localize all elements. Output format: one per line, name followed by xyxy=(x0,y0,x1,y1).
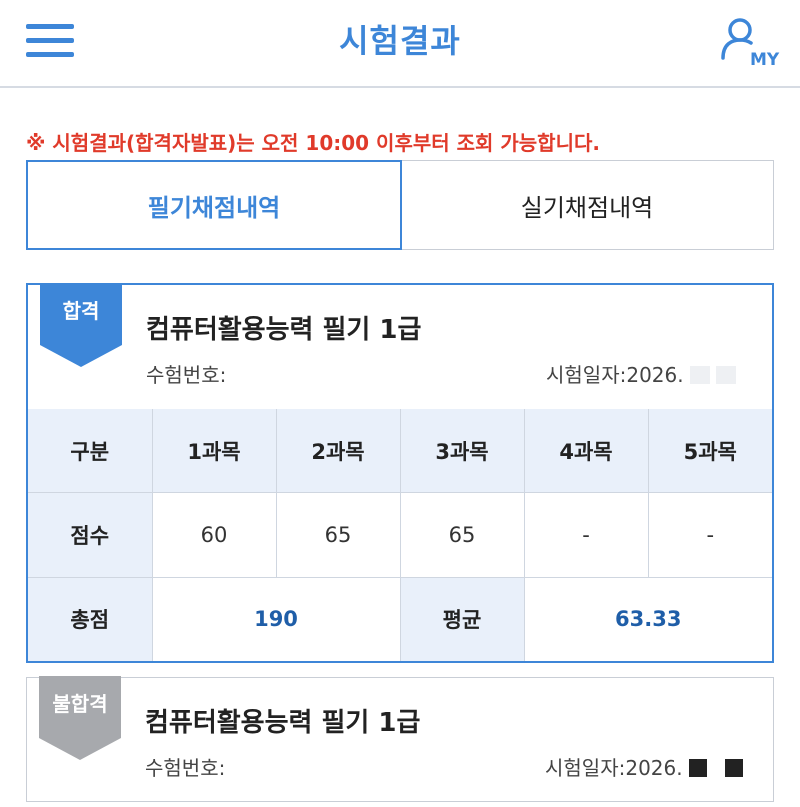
table-header: 2과목 xyxy=(275,409,401,494)
page-title: 시험결과 xyxy=(339,22,461,60)
masked-date xyxy=(715,366,736,384)
exam-number-label: 수험번호: xyxy=(146,363,227,387)
table-row: 점수 60 65 65 - - xyxy=(28,492,772,578)
table-header: 1과목 xyxy=(151,409,277,494)
table-header: 3과목 xyxy=(399,409,525,494)
score-table: 구분 1과목 2과목 3과목 4과목 5과목 점수 60 65 65 - - 총… xyxy=(28,409,772,661)
my-page-button[interactable]: MY xyxy=(716,12,782,74)
exam-title: 컴퓨터활용능력 필기 1급 xyxy=(146,315,422,345)
result-card-pass[interactable]: 합격 컴퓨터활용능력 필기 1급 수험번호: 시험일자:2026. 구분 1과목… xyxy=(26,283,774,663)
score-cell: 65 xyxy=(275,492,401,578)
exam-title: 컴퓨터활용능력 필기 1급 xyxy=(145,708,421,738)
table-row: 총점 190 평균 63.33 xyxy=(28,576,772,661)
table-header: 5과목 xyxy=(647,409,772,494)
total-label: 총점 xyxy=(28,576,153,661)
masked-date xyxy=(689,366,710,384)
result-card-fail[interactable]: 불합격 컴퓨터활용능력 필기 1급 수험번호: 시험일자:2026. xyxy=(26,676,774,802)
tab-bar: 필기채점내역 실기채점내역 xyxy=(26,160,774,250)
pass-badge: 합격 xyxy=(40,283,122,371)
average-label: 평균 xyxy=(399,576,525,661)
exam-date-label: 시험일자:2026. xyxy=(545,756,683,780)
average-value: 63.33 xyxy=(523,576,772,661)
table-header-row: 구분 1과목 2과목 3과목 4과목 5과목 xyxy=(28,409,772,494)
notice-text: ※ 시험결과(합격자발표)는 오전 10:00 이후부터 조회 가능합니다. xyxy=(26,131,600,155)
score-cell: - xyxy=(523,492,649,578)
total-value: 190 xyxy=(151,576,401,661)
top-bar: 시험결과 MY xyxy=(0,0,800,88)
exam-date: 시험일자:2026. xyxy=(545,752,743,781)
exam-date-label: 시험일자:2026. xyxy=(546,363,684,387)
pass-status: 합격 xyxy=(62,299,100,323)
score-cell: 60 xyxy=(151,492,277,578)
masked-date xyxy=(724,759,743,777)
score-cell: - xyxy=(647,492,772,578)
table-header: 구분 xyxy=(28,409,153,494)
table-header: 4과목 xyxy=(523,409,649,494)
fail-badge: 불합격 xyxy=(39,676,121,764)
my-label: MY xyxy=(750,50,780,70)
fail-status: 불합격 xyxy=(52,692,108,716)
score-row-label: 점수 xyxy=(28,492,153,578)
tab-written-scores[interactable]: 필기채점내역 xyxy=(26,160,402,250)
tab-practical-scores[interactable]: 실기채점내역 xyxy=(400,160,774,250)
exam-date: 시험일자:2026. xyxy=(546,359,736,388)
exam-number-label: 수험번호: xyxy=(145,756,226,780)
masked-date xyxy=(688,759,707,777)
score-cell: 65 xyxy=(399,492,525,578)
